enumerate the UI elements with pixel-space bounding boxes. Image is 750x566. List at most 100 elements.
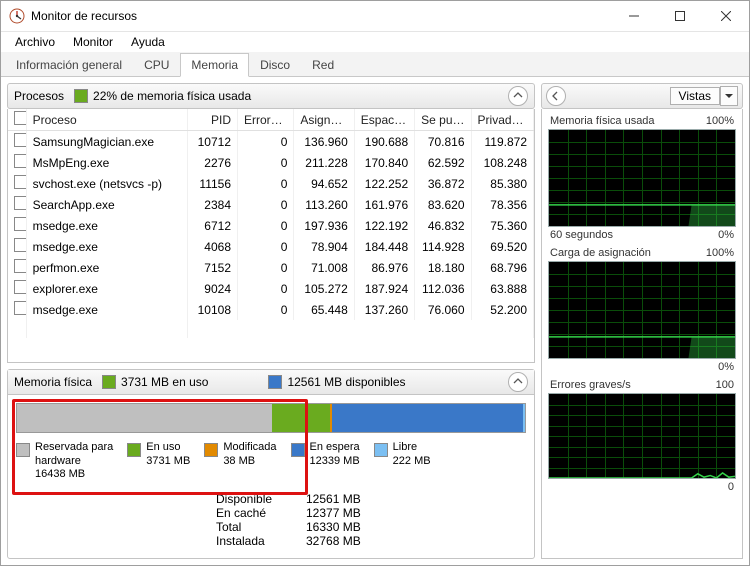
minimize-button[interactable]	[611, 1, 657, 31]
legend-reservada: Reservada parahardware16438 MB	[16, 441, 113, 482]
legend-label: Reservada para	[35, 441, 113, 455]
memoria-stats: Disponible12561 MB En caché12377 MB Tota…	[216, 492, 526, 548]
cell: 0	[238, 215, 294, 236]
cell-proceso: explorer.exe	[26, 278, 187, 299]
col-checkbox[interactable]	[8, 109, 26, 131]
swatch-icon	[204, 443, 218, 457]
procesos-panel: Procesos 22% de memoria física usada	[7, 83, 535, 363]
chart-block: Errores graves/s1000	[548, 379, 736, 493]
memoria-legend: Reservada parahardware16438 MB En uso373…	[16, 441, 526, 482]
chart-title: Memoria física usada	[550, 115, 655, 127]
tab-informacion-general[interactable]: Información general	[5, 53, 133, 76]
bar-segment-reservada	[17, 404, 272, 432]
cell: 63.888	[471, 278, 533, 299]
vistas-dropdown-button[interactable]	[720, 86, 738, 106]
cell: 122.252	[354, 173, 414, 194]
table-row[interactable]: SearchApp.exe23840113.260161.97683.62078…	[8, 194, 534, 215]
tab-memoria[interactable]: Memoria	[180, 53, 249, 77]
memoria-fisica-panel: Memoria física 3731 MB en uso 12561 MB d…	[7, 369, 535, 559]
legend-value: 38 MB	[223, 455, 276, 469]
tab-red[interactable]: Red	[301, 53, 345, 76]
tab-disco[interactable]: Disco	[249, 53, 301, 76]
chart	[548, 393, 736, 479]
procesos-header[interactable]: Procesos 22% de memoria física usada	[7, 83, 535, 109]
cell: 69.520	[471, 236, 533, 257]
tabbar: Información general CPU Memoria Disco Re…	[1, 52, 749, 77]
chart-min: 0%	[718, 361, 734, 373]
maximize-button[interactable]	[657, 1, 703, 31]
table-row[interactable]: MsMpEng.exe22760211.228170.84062.592108.…	[8, 152, 534, 173]
col-sepuede[interactable]: Se pue...	[415, 109, 471, 131]
chart-title: Errores graves/s	[550, 379, 631, 391]
col-proceso[interactable]: Proceso	[26, 109, 187, 131]
cell-proceso: SamsungMagician.exe	[26, 131, 187, 153]
legend-value: 3731 MB	[146, 455, 190, 469]
checkbox-icon[interactable]	[14, 301, 26, 315]
stat-value: 12377 MB	[306, 506, 361, 520]
cell: 137.260	[354, 299, 414, 320]
table-row[interactable]: svchost.exe (netsvcs -p)11156094.652122.…	[8, 173, 534, 194]
legend-label: Modificada	[223, 441, 276, 455]
col-errores[interactable]: Errores ...	[238, 109, 294, 131]
table-row[interactable]: explorer.exe90240105.272187.924112.03663…	[8, 278, 534, 299]
cell: 36.872	[415, 173, 471, 194]
checkbox-icon[interactable]	[14, 217, 26, 231]
cell: 18.180	[415, 257, 471, 278]
stat-value: 12561 MB	[306, 492, 361, 506]
vistas-button[interactable]: Vistas	[670, 87, 720, 105]
cell: 0	[238, 152, 294, 173]
col-espacio[interactable]: Espacio ...	[354, 109, 414, 131]
charts-container: Memoria física usada100%60 segundos0%Car…	[541, 109, 743, 559]
stat-key: Instalada	[216, 534, 286, 548]
legend-value: 12339 MB	[310, 455, 360, 469]
chart-title: Carga de asignación	[550, 247, 651, 259]
memoria-collapse-button[interactable]	[508, 372, 528, 392]
menu-archivo[interactable]: Archivo	[7, 33, 63, 51]
table-row[interactable]: msedge.exe10108065.448137.26076.06052.20…	[8, 299, 534, 320]
checkbox-icon[interactable]	[14, 111, 26, 125]
table-row[interactable]: perfmon.exe7152071.00886.97618.18068.796	[8, 257, 534, 278]
memoria-disp-label: 12561 MB disponibles	[287, 375, 405, 389]
cell-proceso: perfmon.exe	[26, 257, 187, 278]
table-row[interactable]: SamsungMagician.exe107120136.960190.6887…	[8, 131, 534, 153]
menu-monitor[interactable]: Monitor	[65, 33, 121, 51]
cell: 170.840	[354, 152, 414, 173]
stat-value: 32768 MB	[306, 534, 361, 548]
cell: 4068	[187, 236, 237, 257]
cell: 0	[238, 257, 294, 278]
cell-proceso: svchost.exe (netsvcs -p)	[26, 173, 187, 194]
cell: 10712	[187, 131, 237, 153]
window: Monitor de recursos Archivo Monitor Ayud…	[0, 0, 750, 566]
checkbox-icon[interactable]	[14, 175, 26, 189]
cell: 122.192	[354, 215, 414, 236]
procesos-collapse-button[interactable]	[508, 86, 528, 106]
checkbox-icon[interactable]	[14, 259, 26, 273]
enuso-color-icon	[102, 375, 116, 389]
legend-value: 222 MB	[393, 455, 431, 469]
side-collapse-button[interactable]	[546, 86, 566, 106]
legend-label: En espera	[310, 441, 360, 455]
checkbox-icon[interactable]	[14, 196, 26, 210]
col-pid[interactable]: PID	[187, 109, 237, 131]
checkbox-icon[interactable]	[14, 133, 26, 147]
tab-cpu[interactable]: CPU	[133, 53, 180, 76]
col-privada[interactable]: Privada ...	[471, 109, 533, 131]
cell: 136.960	[294, 131, 354, 153]
checkbox-icon[interactable]	[14, 154, 26, 168]
table-row[interactable]: msedge.exe4068078.904184.448114.92869.52…	[8, 236, 534, 257]
chart	[548, 261, 736, 359]
table-row[interactable]: msedge.exe67120197.936122.19246.83275.36…	[8, 215, 534, 236]
chart	[548, 129, 736, 227]
cell: 68.796	[471, 257, 533, 278]
cell: 85.380	[471, 173, 533, 194]
col-asignacion[interactable]: Asignaci...	[294, 109, 354, 131]
chart-min: 0%	[718, 229, 734, 241]
checkbox-icon[interactable]	[14, 280, 26, 294]
memoria-fisica-header[interactable]: Memoria física 3731 MB en uso 12561 MB d…	[8, 370, 534, 395]
table-row-truncated	[8, 320, 534, 338]
cell: 113.260	[294, 194, 354, 215]
cell: 2384	[187, 194, 237, 215]
menu-ayuda[interactable]: Ayuda	[123, 33, 173, 51]
checkbox-icon[interactable]	[14, 238, 26, 252]
close-button[interactable]	[703, 1, 749, 31]
